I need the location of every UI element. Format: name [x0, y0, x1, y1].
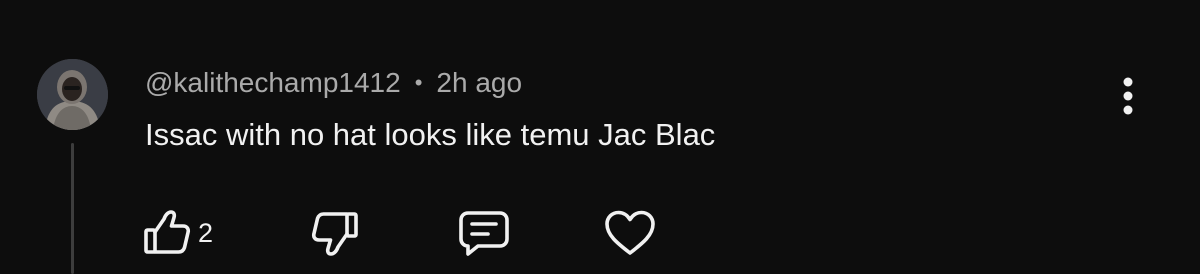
- heart-button[interactable]: [604, 200, 656, 266]
- more-vert-icon: [1123, 77, 1133, 115]
- comment-item: @kalithechamp1412 • 2h ago Issac with no…: [0, 0, 1200, 274]
- thumbs-up-icon: [144, 210, 191, 254]
- comment-actions: 2: [0, 200, 700, 266]
- reply-comment-icon: [459, 211, 509, 256]
- like-count: 2: [198, 217, 214, 248]
- like-button[interactable]: 2: [142, 200, 213, 266]
- heart-icon: [605, 210, 655, 255]
- comment-text: Issac with no hat looks like temu Jac Bl…: [145, 117, 716, 152]
- author-handle[interactable]: @kalithechamp1412: [145, 67, 401, 99]
- avatar[interactable]: [37, 59, 108, 130]
- thumbs-down-icon: [311, 212, 358, 256]
- more-options-button[interactable]: [1108, 74, 1148, 118]
- reply-button[interactable]: [458, 200, 510, 266]
- dislike-button[interactable]: [310, 200, 360, 266]
- avatar-image: [37, 59, 108, 130]
- comment-timestamp[interactable]: 2h ago: [436, 67, 522, 99]
- comment-meta: @kalithechamp1412 • 2h ago: [145, 66, 522, 100]
- meta-separator: •: [414, 70, 423, 95]
